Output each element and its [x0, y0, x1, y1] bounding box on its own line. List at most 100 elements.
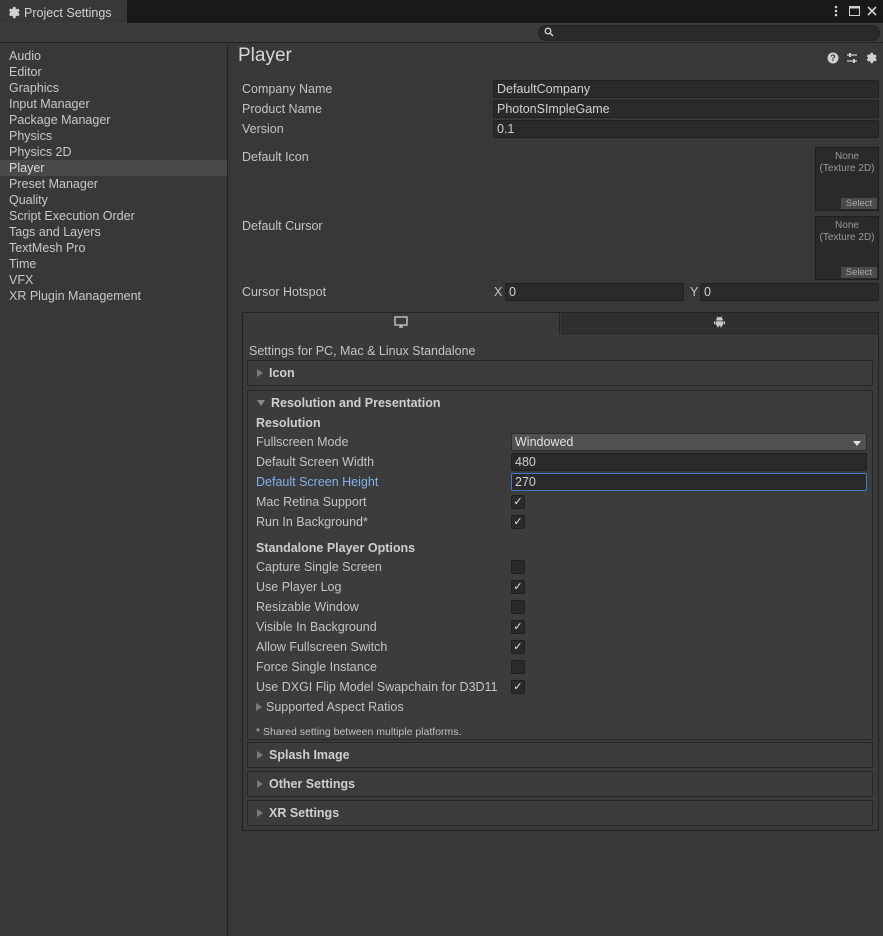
other-settings-title: Other Settings	[269, 777, 356, 791]
resizable-window-label: Resizable Window	[256, 600, 359, 614]
sidebar-item-script-execution-order[interactable]: Script Execution Order	[0, 208, 227, 224]
maximize-icon[interactable]	[847, 3, 861, 19]
supported-aspect-ratios-foldout[interactable]: Supported Aspect Ratios	[256, 698, 404, 716]
capture-single-screen-label: Capture Single Screen	[256, 560, 382, 574]
xr-settings-title: XR Settings	[269, 806, 340, 820]
default-cursor-select-button[interactable]: Select	[841, 267, 877, 278]
hotspot-y-label: Y	[690, 285, 699, 299]
xr-settings-section-header[interactable]: XR Settings	[248, 801, 872, 825]
fullscreen-mode-value: Windowed	[515, 435, 574, 449]
mac-retina-support-label: Mac Retina Support	[256, 495, 367, 509]
icon-section-title: Icon	[269, 366, 295, 380]
shared-setting-note: * Shared setting between multiple platfo…	[256, 726, 462, 738]
resolution-section-header[interactable]: Resolution and Presentation	[248, 391, 872, 415]
fullscreen-mode-dropdown[interactable]: Windowed	[511, 433, 867, 451]
dxgi-flip-model-checkbox[interactable]: ✓	[511, 680, 525, 694]
other-settings-section-header[interactable]: Other Settings	[248, 772, 872, 796]
dxgi-flip-model-label: Use DXGI Flip Model Swapchain for D3D11	[256, 680, 498, 694]
preset-icon[interactable]	[845, 51, 858, 64]
resolution-heading: Resolution	[256, 416, 321, 430]
sidebar-item-audio[interactable]: Audio	[0, 48, 227, 64]
player-settings-panel: Player ? Company Name DefaultCompany Pro…	[229, 44, 883, 936]
expanded-arrow-icon	[257, 400, 265, 406]
tab-standalone[interactable]	[243, 313, 560, 334]
tab-android[interactable]	[561, 313, 878, 334]
sidebar-item-quality[interactable]: Quality	[0, 192, 227, 208]
sidebar-item-editor[interactable]: Editor	[0, 64, 227, 80]
default-icon-slot[interactable]: None (Texture 2D) Select	[815, 147, 879, 211]
splash-image-title: Splash Image	[269, 748, 350, 762]
default-cursor-slot[interactable]: None (Texture 2D) Select	[815, 216, 879, 280]
sidebar-item-physics[interactable]: Physics	[0, 128, 227, 144]
collapsed-arrow-icon	[257, 751, 263, 759]
search-input[interactable]	[538, 25, 880, 41]
run-in-background-label: Run In Background*	[256, 515, 368, 529]
company-name-field[interactable]: DefaultCompany	[493, 80, 879, 98]
splash-image-section-header[interactable]: Splash Image	[248, 743, 872, 767]
settings-sidebar: Audio Editor Graphics Input Manager Pack…	[0, 44, 228, 936]
version-label: Version	[242, 122, 284, 136]
monitor-icon	[394, 316, 408, 331]
allow-fullscreen-switch-label: Allow Fullscreen Switch	[256, 640, 388, 654]
tab-title: Project Settings	[24, 5, 112, 20]
toolbar	[0, 23, 883, 43]
allow-fullscreen-switch-checkbox[interactable]: ✓	[511, 640, 525, 654]
hotspot-y-field[interactable]: 0	[700, 283, 879, 301]
visible-in-background-checkbox[interactable]: ✓	[511, 620, 525, 634]
sidebar-item-xr-plugin-management[interactable]: XR Plugin Management	[0, 288, 227, 304]
sidebar-item-time[interactable]: Time	[0, 256, 227, 272]
fullscreen-mode-label: Fullscreen Mode	[256, 435, 349, 449]
sidebar-item-input-manager[interactable]: Input Manager	[0, 96, 227, 112]
default-screen-width-field[interactable]: 480	[511, 453, 867, 471]
icon-section: Icon	[247, 360, 873, 386]
sidebar-item-preset-manager[interactable]: Preset Manager	[0, 176, 227, 192]
use-player-log-label: Use Player Log	[256, 580, 342, 594]
collapsed-arrow-icon	[256, 703, 262, 711]
splash-image-section: Splash Image	[247, 742, 873, 768]
use-player-log-checkbox[interactable]: ✓	[511, 580, 525, 594]
resizable-window-checkbox[interactable]	[511, 600, 525, 614]
sidebar-item-player[interactable]: Player	[0, 160, 227, 176]
android-icon	[713, 315, 726, 331]
project-settings-tab[interactable]: Project Settings	[0, 0, 127, 23]
page-title: Player	[238, 45, 292, 66]
visible-in-background-label: Visible In Background	[256, 620, 377, 634]
collapsed-arrow-icon	[257, 809, 263, 817]
mac-retina-support-checkbox[interactable]: ✓	[511, 495, 525, 509]
collapsed-arrow-icon	[257, 369, 263, 377]
hotspot-x-field[interactable]: 0	[505, 283, 684, 301]
icon-section-header[interactable]: Icon	[248, 361, 872, 385]
default-icon-select-button[interactable]: Select	[841, 198, 877, 209]
sidebar-item-package-manager[interactable]: Package Manager	[0, 112, 227, 128]
capture-single-screen-checkbox[interactable]	[511, 560, 525, 574]
version-field[interactable]: 0.1	[493, 120, 879, 138]
default-screen-height-field[interactable]: 270	[511, 473, 867, 491]
xr-settings-section: XR Settings	[247, 800, 873, 826]
sidebar-item-tags-and-layers[interactable]: Tags and Layers	[0, 224, 227, 240]
sidebar-item-textmesh-pro[interactable]: TextMesh Pro	[0, 240, 227, 256]
title-bar: Project Settings	[0, 0, 883, 23]
default-cursor-label: Default Cursor	[242, 219, 323, 233]
sidebar-item-physics-2d[interactable]: Physics 2D	[0, 144, 227, 160]
close-icon[interactable]	[865, 3, 879, 19]
default-screen-width-label: Default Screen Width	[256, 455, 375, 469]
svg-text:?: ?	[830, 53, 836, 63]
chevron-down-icon	[853, 435, 861, 449]
product-name-field[interactable]: PhotonSImpleGame	[493, 100, 879, 118]
default-icon-none: None	[835, 151, 859, 162]
sidebar-item-vfx[interactable]: VFX	[0, 272, 227, 288]
gear-icon	[7, 6, 20, 19]
platform-settings-panel: Settings for PC, Mac & Linux Standalone …	[242, 312, 879, 831]
resolution-section-title: Resolution and Presentation	[271, 396, 441, 410]
run-in-background-checkbox[interactable]: ✓	[511, 515, 525, 529]
sidebar-item-graphics[interactable]: Graphics	[0, 80, 227, 96]
more-options-icon[interactable]	[829, 3, 843, 19]
company-name-label: Company Name	[242, 82, 333, 96]
product-name-label: Product Name	[242, 102, 322, 116]
force-single-instance-checkbox[interactable]	[511, 660, 525, 674]
default-cursor-none: None	[835, 220, 859, 231]
help-icon[interactable]: ?	[826, 51, 839, 64]
settings-gear-icon[interactable]	[864, 51, 877, 64]
search-icon	[544, 27, 554, 40]
default-cursor-type: (Texture 2D)	[819, 232, 875, 243]
